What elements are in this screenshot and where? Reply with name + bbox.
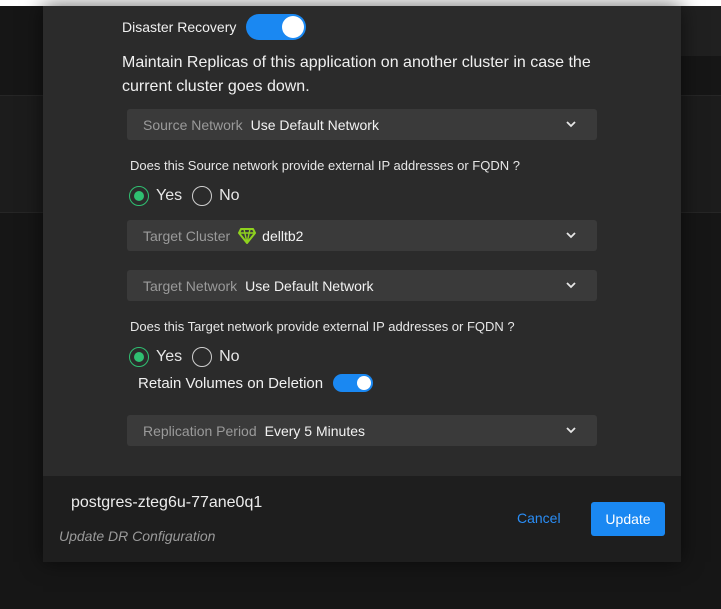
modal-body: Disaster Recovery Maintain Replicas of t… [43, 6, 681, 476]
dr-config-modal: Disaster Recovery Maintain Replicas of t… [43, 6, 681, 562]
background-strip [681, 6, 721, 56]
target-cluster-select[interactable]: Target Cluster delltb2 [127, 220, 597, 251]
retain-volumes-toggle[interactable] [333, 374, 374, 392]
toggle-knob [357, 376, 372, 390]
dr-toggle[interactable] [246, 14, 307, 40]
chevron-down-icon [566, 232, 576, 239]
radio-checked-icon [129, 186, 149, 206]
replication-period-value: Every 5 Minutes [264, 422, 365, 439]
target-radio-no[interactable]: No [192, 347, 240, 367]
target-cluster-value: delltb2 [262, 227, 304, 244]
source-radio-no[interactable]: No [192, 186, 240, 206]
chevron-down-icon [566, 282, 576, 289]
target-radio-group: Yes No [129, 347, 250, 367]
target-network-select[interactable]: Target Network Use Default Network [127, 270, 597, 301]
update-button[interactable]: Update [591, 502, 665, 536]
replication-period-select[interactable]: Replication Period Every 5 Minutes [127, 415, 597, 446]
retain-volumes-row: Retain Volumes on Deletion [138, 374, 374, 392]
dr-label: Disaster Recovery [122, 19, 237, 35]
source-radio-group: Yes No [129, 186, 250, 206]
replication-period-label: Replication Period [143, 422, 257, 439]
target-radio-yes-label: Yes [156, 348, 183, 365]
target-question: Does this Target network provide externa… [130, 319, 515, 334]
target-cluster-label: Target Cluster [143, 227, 231, 244]
target-network-value: Use Default Network [245, 277, 374, 294]
dr-toggle-row: Disaster Recovery [122, 14, 307, 40]
target-radio-yes[interactable]: Yes [129, 347, 182, 367]
radio-checked-icon [129, 347, 149, 367]
target-radio-no-label: No [219, 348, 240, 365]
cluster-diamond-icon [238, 227, 257, 244]
target-cluster-value-wrap: delltb2 [238, 227, 304, 244]
source-radio-no-label: No [219, 187, 240, 204]
toggle-knob [282, 16, 305, 38]
source-network-value: Use Default Network [250, 116, 379, 133]
footer-subtitle: Update DR Configuration [59, 528, 216, 544]
dr-description: Maintain Replicas of this application on… [122, 54, 591, 95]
source-radio-yes[interactable]: Yes [129, 186, 182, 206]
retain-volumes-label: Retain Volumes on Deletion [138, 374, 324, 392]
source-network-label: Source Network [143, 116, 243, 133]
modal-footer: postgres-zteg6u-77ane0q1 Update DR Confi… [43, 476, 681, 562]
chevron-down-icon [566, 427, 576, 434]
cancel-button[interactable]: Cancel [517, 510, 561, 526]
source-radio-yes-label: Yes [156, 187, 183, 204]
radio-unchecked-icon [192, 186, 213, 206]
source-network-select[interactable]: Source Network Use Default Network [127, 109, 597, 140]
radio-unchecked-icon [192, 347, 213, 367]
app-name: postgres-zteg6u-77ane0q1 [71, 494, 263, 511]
target-network-label: Target Network [143, 277, 238, 294]
chevron-down-icon [566, 121, 576, 128]
source-question: Does this Source network provide externa… [130, 158, 520, 173]
